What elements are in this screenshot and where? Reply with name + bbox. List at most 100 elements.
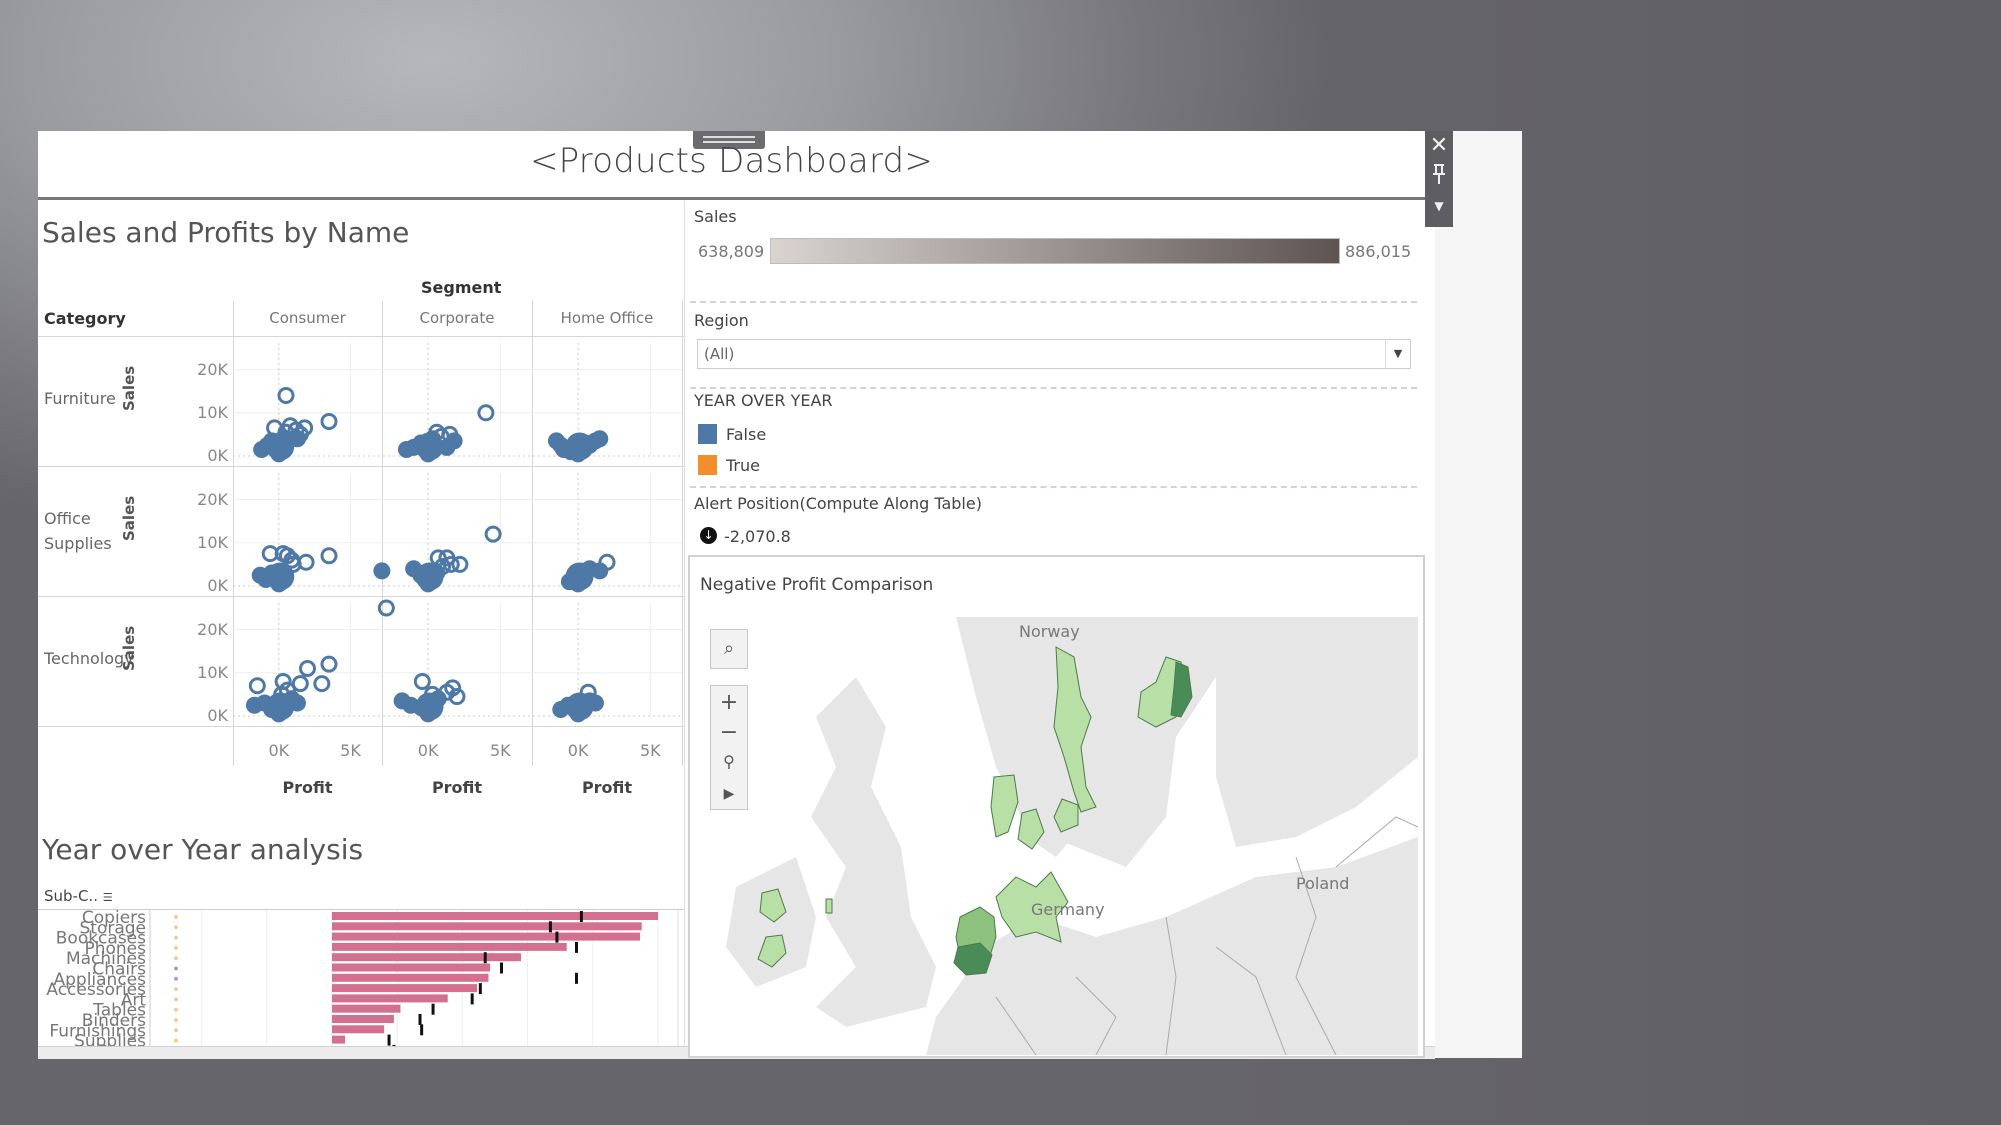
scatter-point xyxy=(313,675,331,693)
subcategory-header[interactable]: Sub-C.. ☰ xyxy=(44,887,113,905)
legend-label: False xyxy=(726,425,767,444)
scatter-point xyxy=(438,438,456,456)
map-zoom-controls: + − ⚲ ▶ xyxy=(710,685,748,810)
land-sweden-east xyxy=(1216,617,1418,847)
reference-marker xyxy=(420,1024,424,1036)
yoy-bar xyxy=(332,922,642,931)
row-divider xyxy=(38,596,684,597)
yoy-bar-svg: CopiersStorageBookcasesPhonesMachinesCha… xyxy=(46,910,679,1059)
land-great-britain xyxy=(811,677,936,1027)
scatter-point xyxy=(419,445,437,463)
dashboard-window: <Products Dashboard> ✕ ▼ Sales and Profi… xyxy=(38,131,1522,1059)
sales-legend-title: Sales xyxy=(694,207,737,226)
scatter-point xyxy=(270,705,288,723)
scatter-point xyxy=(288,430,306,448)
yoy-bar xyxy=(332,932,641,941)
y-tick-label: 10K xyxy=(197,402,228,422)
scatter-point xyxy=(270,575,288,593)
yoy-bar xyxy=(332,942,567,951)
segment-header: Segment xyxy=(421,278,502,297)
map-label-germany: Germany xyxy=(1031,900,1105,919)
y-tick-label: 20K xyxy=(197,489,228,509)
window-side-strip xyxy=(1435,131,1522,1058)
divider xyxy=(690,486,1417,488)
yoy-flag-dot xyxy=(174,956,178,961)
map-label-poland: Poland xyxy=(1296,874,1349,893)
reference-marker xyxy=(483,952,487,964)
x-axis-label: Profit xyxy=(282,778,333,797)
x-tick-label: 0K xyxy=(417,741,439,760)
subcategory-header-label: Sub-C.. xyxy=(44,887,98,905)
legend-swatch-orange xyxy=(698,455,717,475)
alert-legend-title: Alert Position(Compute Along Table) xyxy=(694,494,982,513)
reference-marker xyxy=(478,983,482,995)
y-axis-label: Sales xyxy=(120,625,138,671)
scatter-point xyxy=(569,575,587,593)
y-tick-label: 20K xyxy=(197,359,228,379)
scatter-point xyxy=(299,659,316,677)
sales-legend-min: 638,809 xyxy=(698,242,765,261)
yoy-flag-dot xyxy=(174,976,178,981)
zoom-out-icon[interactable]: − xyxy=(711,720,747,745)
pin-icon[interactable]: ⚲ xyxy=(711,752,747,771)
scatter-point xyxy=(377,599,395,617)
yoy-title: Year over Year analysis xyxy=(42,833,364,866)
yoy-bar xyxy=(332,912,658,920)
reference-marker xyxy=(431,1003,435,1015)
y-tick-label: 0K xyxy=(207,706,228,725)
x-tick-label: 5K xyxy=(340,741,361,760)
sort-icon[interactable]: ☰ xyxy=(103,891,113,904)
map-label-norway: Norway xyxy=(1019,622,1080,641)
chevron-down-icon[interactable]: ▼ xyxy=(1385,340,1410,368)
sales-legend-max: 886,015 xyxy=(1345,242,1412,261)
reference-marker xyxy=(575,941,578,953)
y-tick-label: 10K xyxy=(197,532,228,552)
search-icon: ⌕ xyxy=(723,638,735,659)
yoy-flag-dot xyxy=(174,915,178,919)
yoy-bar xyxy=(332,1035,346,1044)
region-dropdown[interactable]: (All) ▼ xyxy=(697,339,1411,369)
scatter-point xyxy=(320,655,338,673)
zoom-in-icon[interactable]: + xyxy=(711,690,747,715)
x-tick-label: 0K xyxy=(268,741,290,760)
yoy-flag-dot xyxy=(174,1028,178,1033)
reference-marker xyxy=(575,972,578,984)
scatter-point xyxy=(320,412,338,430)
yoy-bar xyxy=(332,994,448,1003)
alert-value: -2,070.8 xyxy=(724,527,791,546)
land-ireland xyxy=(726,857,816,987)
map-view[interactable]: Norway Poland Germany ⌕ + − ⚲ ▶ xyxy=(696,617,1418,1055)
yoy-bar-chart: Copiers Storage Bookcases Phones Machines Cha… xyxy=(38,909,684,1059)
x-tick-label: 0K xyxy=(567,741,589,760)
yoy-flag-dot xyxy=(174,1038,178,1043)
scatter-point xyxy=(320,547,338,565)
scatter-point xyxy=(413,672,431,690)
y-axis-label: Sales xyxy=(120,365,138,411)
close-icon[interactable]: ✕ xyxy=(1425,133,1453,158)
scatter-point xyxy=(277,387,295,405)
dropdown-arrow-icon[interactable]: ▼ xyxy=(1425,199,1453,213)
legend-label: True xyxy=(726,456,760,475)
floating-toolbar: ✕ ▼ xyxy=(1425,131,1453,227)
region-dropdown-value: (All) xyxy=(704,345,735,363)
map-search-button[interactable]: ⌕ xyxy=(710,629,748,669)
x-tick-label: 5K xyxy=(639,741,661,760)
region-ireland-east xyxy=(825,898,833,914)
x-axis-label: Profit xyxy=(431,778,483,797)
yoy-flag-dot xyxy=(174,966,178,971)
yoy-bar xyxy=(332,1025,385,1034)
scatter-point xyxy=(484,525,502,543)
reference-marker xyxy=(548,921,552,933)
pin-icon[interactable] xyxy=(1425,163,1453,190)
expand-arrow-icon[interactable]: ▶ xyxy=(711,786,747,802)
yoy-bar xyxy=(332,963,491,972)
scatter-point xyxy=(271,434,289,452)
reference-marker xyxy=(387,1034,391,1046)
legend-swatch-blue xyxy=(698,424,717,444)
reference-marker xyxy=(470,993,474,1005)
yoy-bar xyxy=(332,953,522,962)
yoy-flag-dot xyxy=(174,1018,178,1022)
scatter-point xyxy=(291,675,309,693)
scatter-point xyxy=(248,677,266,695)
dashboard-title: <Products Dashboard> xyxy=(529,141,934,181)
